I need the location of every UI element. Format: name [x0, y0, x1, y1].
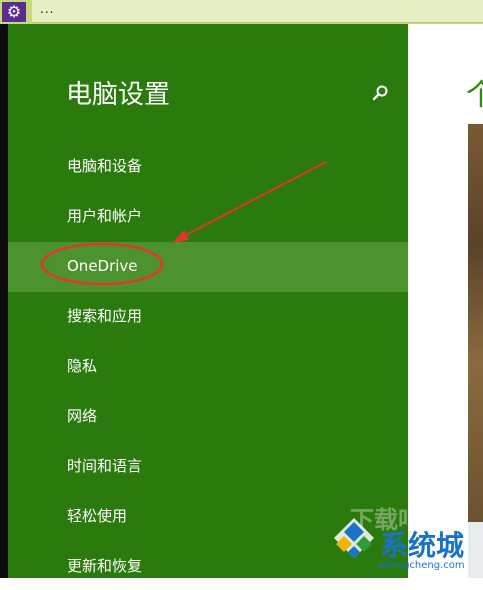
windows-logo-icon — [334, 518, 374, 558]
menu-dots[interactable]: ... — [40, 2, 54, 16]
watermark: 下载吧 系统城 xitongcheng.com — [330, 500, 483, 578]
nav-item-search-apps[interactable]: 搜索和应用 — [8, 290, 408, 340]
toolbar-strip — [32, 0, 483, 23]
nav-item-label: 网络 — [67, 407, 98, 425]
nav-item-label: 用户和帐户 — [67, 207, 143, 225]
nav-item-accounts[interactable]: 用户和帐户 — [8, 190, 408, 240]
nav-item-onedrive[interactable]: OneDrive — [8, 242, 408, 292]
content-heading: 个 — [466, 78, 483, 113]
watermark-url: xitongcheng.com — [378, 560, 465, 571]
top-toolbar: ⚙ ... — [0, 0, 483, 24]
content-pane: 个 — [408, 24, 483, 578]
search-icon[interactable] — [370, 82, 392, 104]
nav-item-label: OneDrive — [67, 257, 138, 275]
nav-item-label: 时间和语言 — [67, 457, 143, 475]
settings-sidebar: 电脑设置 电脑和设备 用户和帐户 OneDrive 搜索和应用 隐私 网络 时间… — [8, 24, 408, 578]
nav-item-privacy[interactable]: 隐私 — [8, 340, 408, 390]
account-picture — [468, 124, 483, 522]
nav-item-time-language[interactable]: 时间和语言 — [8, 440, 408, 490]
watermark-brand: 系统城 — [380, 529, 465, 562]
nav-item-network[interactable]: 网络 — [8, 390, 408, 440]
nav-item-label: 隐私 — [67, 357, 98, 375]
nav-item-label: 轻松使用 — [67, 507, 128, 525]
page-title: 电脑设置 — [66, 80, 171, 110]
nav-item-pc-devices[interactable]: 电脑和设备 — [8, 140, 408, 190]
nav-item-label: 搜索和应用 — [67, 307, 143, 325]
window-edge — [0, 24, 8, 578]
gear-icon[interactable]: ⚙ — [2, 2, 26, 22]
nav-item-label: 电脑和设备 — [67, 157, 143, 175]
nav-item-label: 更新和恢复 — [67, 557, 143, 575]
